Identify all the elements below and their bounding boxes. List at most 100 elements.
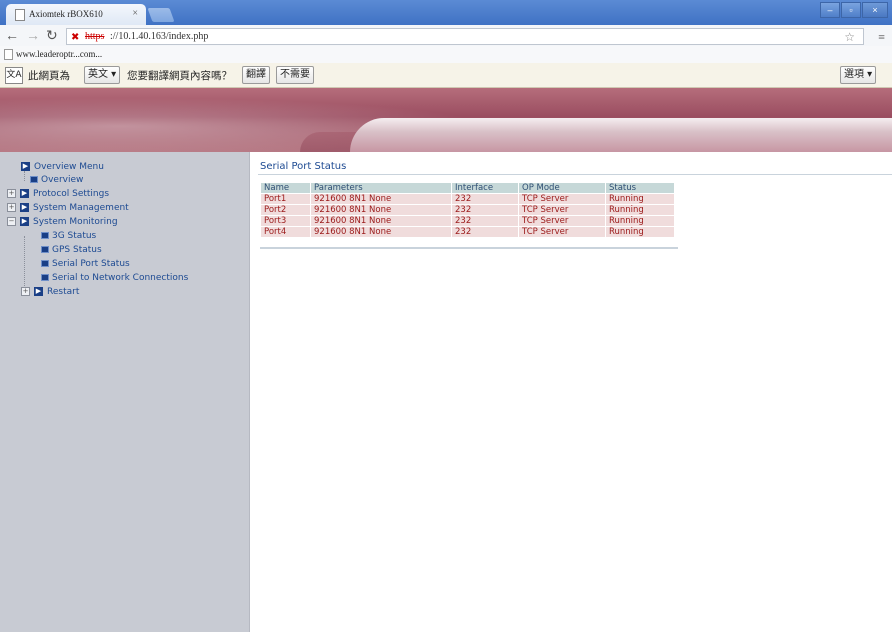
table-cell: 921600 8N1 None [310,226,452,238]
table-divider [260,247,678,249]
minus-icon[interactable]: − [7,217,16,226]
star-icon[interactable]: ☆ [844,30,855,45]
column-header: OP Mode [518,182,606,194]
plus-icon[interactable]: + [7,203,16,212]
table-cell: TCP Server [518,193,606,205]
broken-lock-icon: ✖ [71,32,80,43]
table-cell: Port2 [260,204,311,216]
back-arrow-icon[interactable]: ← [5,27,19,43]
minimize-button[interactable]: – [820,2,840,18]
table-header-row: Name Parameters Interface OP Mode Status [260,182,675,194]
reload-icon[interactable]: ↻ [46,27,58,44]
arrow-box-icon: ▶ [20,217,29,226]
language-dropdown[interactable]: 英文 ▾ [84,66,121,84]
menu-item-3g-status[interactable]: 3G Status [41,231,96,241]
restart-label: Restart [47,287,80,297]
column-header: Status [605,182,675,194]
table-cell: 232 [451,193,519,205]
table-cell: 232 [451,215,519,227]
options-label: 選項 [844,69,864,80]
table-cell: Port1 [260,193,311,205]
table-cell: Running [605,193,675,205]
page-icon [4,49,13,60]
table-cell: 921600 8N1 None [310,215,452,227]
browser-tabstrip: Axiomtek rBOX610 × – ▫ × [0,0,892,25]
menu-icon[interactable]: ≡ [878,30,885,45]
bullet-icon [41,274,49,281]
table-row: Port3 921600 8N1 None 232 TCP Server Run… [260,215,675,227]
options-dropdown[interactable]: 選項 ▾ [840,66,877,84]
serial-port-table: Name Parameters Interface OP Mode Status… [260,182,675,238]
menu-item-protocol-settings[interactable]: + ▶ Protocol Settings [7,189,110,199]
translate-button[interactable]: 翻譯 [242,66,270,84]
table-cell: Port3 [260,215,311,227]
window-controls: – ▫ × [819,2,888,18]
forward-arrow-icon[interactable]: → [26,27,40,43]
overview-menu-label: Overview Menu [34,162,104,172]
language-value: 英文 [88,69,108,80]
table-cell: TCP Server [518,215,606,227]
table-row: Port2 921600 8N1 None 232 TCP Server Run… [260,204,675,216]
table-cell: Running [605,215,675,227]
bookmarks-bar: www.leaderoptr...com... [0,46,892,64]
column-header: Interface [451,182,519,194]
translate-prefix: 此網頁為 [28,70,70,82]
menu-item-overview[interactable]: Overview [30,175,83,185]
table-cell: Port4 [260,226,311,238]
bullet-icon [30,176,38,183]
overview-label: Overview [41,175,84,185]
3g-status-label: 3G Status [52,231,97,241]
browser-tab[interactable]: Axiomtek rBOX610 × [6,4,146,25]
table-cell: 921600 8N1 None [310,193,452,205]
bookmark-item[interactable]: www.leaderoptr...com... [16,49,102,59]
protocol-settings-label: Protocol Settings [33,189,110,199]
translate-question: 您要翻譯網頁內容嗎？ [127,70,232,82]
translate-bar: 文A 此網頁為 英文 ▾ 您要翻譯網頁內容嗎？ 翻譯 不需要 選項 ▾ [0,63,892,88]
main-content: Serial Port Status Name Parameters Inter… [250,152,892,632]
menu-item-system-monitoring[interactable]: − ▶ System Monitoring [7,217,118,227]
table-cell: Running [605,226,675,238]
arrow-box-icon: ▶ [20,203,29,212]
arrow-box-icon: ▶ [20,189,29,198]
sidebar: ▶ Overview Menu Overview + ▶ Protocol Setti… [0,152,250,632]
translate-icon: 文A [5,67,23,84]
plus-icon[interactable]: + [21,287,30,296]
close-window-button[interactable]: × [862,2,888,18]
url-path: ://10.1.40.163/index.php [110,31,209,42]
menu-item-overview-menu[interactable]: ▶ Overview Menu [21,162,104,172]
browser-toolbar: ← → ↻ ✖ https ://10.1.40.163/index.php ☆… [0,25,892,47]
bullet-icon [41,246,49,253]
column-header: Name [260,182,311,194]
menu-item-system-management[interactable]: + ▶ System Management [7,203,129,213]
address-bar[interactable]: ✖ https ://10.1.40.163/index.php ☆ ≡ [66,28,885,45]
table-row: Port1 921600 8N1 None 232 TCP Server Run… [260,193,675,205]
menu-item-serial-to-network[interactable]: Serial to Network Connections [41,273,188,283]
page-title: Serial Port Status [260,161,347,172]
menu-item-restart[interactable]: + ▶ Restart [21,287,80,297]
maximize-button[interactable]: ▫ [841,2,861,18]
arrow-box-icon: ▶ [21,162,30,171]
title-divider [258,174,892,175]
tree-line [24,236,25,292]
tree-line [24,171,25,181]
no-translate-button[interactable]: 不需要 [276,66,314,84]
menu-item-serial-port-status[interactable]: Serial Port Status [41,259,130,269]
serial-to-network-label: Serial to Network Connections [52,273,189,283]
url-scheme: https [85,31,105,42]
new-tab-button[interactable] [147,8,175,22]
table-cell: Running [605,204,675,216]
bullet-icon [41,260,49,267]
table-cell: 232 [451,226,519,238]
menu-item-gps-status[interactable]: GPS Status [41,245,102,255]
plus-icon[interactable]: + [7,189,16,198]
tab-close-button[interactable]: × [132,8,138,19]
table-cell: 921600 8N1 None [310,204,452,216]
system-monitoring-label: System Monitoring [33,217,118,227]
header-banner [0,88,892,152]
system-management-label: System Management [33,203,129,213]
gps-status-label: GPS Status [52,245,102,255]
banner-sweep-light [350,118,892,152]
arrow-box-icon: ▶ [34,287,43,296]
serial-port-status-label: Serial Port Status [52,259,130,269]
column-header: Parameters [310,182,452,194]
